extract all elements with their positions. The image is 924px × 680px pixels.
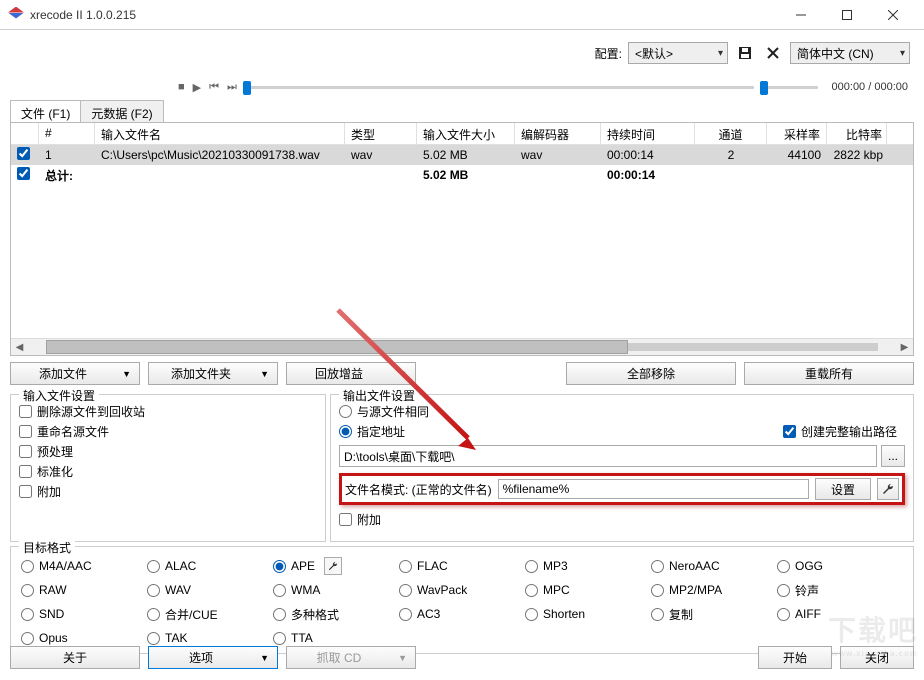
stop-icon[interactable]: ■ <box>178 81 185 94</box>
format-flac-radio[interactable] <box>399 560 412 573</box>
col-duration[interactable]: 持续时间 <box>601 123 695 144</box>
config-label: 配置: <box>595 45 622 62</box>
horizontal-scrollbar[interactable]: ◀▶ <box>11 338 913 355</box>
output-settings-group: 输出文件设置 与源文件相同 指定地址 创建完整输出路径 ... 文件名模式: (… <box>330 394 914 542</box>
add-folder-button[interactable]: 添加文件夹 <box>148 362 278 385</box>
specify-path-radio[interactable] <box>339 425 352 438</box>
minimize-button[interactable] <box>778 0 824 30</box>
options-button[interactable]: 选项 <box>148 646 278 669</box>
format-ringtone-radio[interactable] <box>777 584 790 597</box>
same-as-source-radio[interactable] <box>339 405 352 418</box>
next-icon[interactable]: ⏭ <box>227 81 237 94</box>
col-bitrate[interactable]: 比特率 <box>827 123 887 144</box>
format-shorten-radio[interactable] <box>525 608 538 621</box>
table-header: # 输入文件名 类型 输入文件大小 编解码器 持续时间 通道 采样率 比特率 <box>11 123 913 145</box>
volume-slider[interactable] <box>760 82 818 92</box>
seek-slider[interactable] <box>243 82 754 92</box>
col-type[interactable]: 类型 <box>345 123 417 144</box>
filename-pattern-label: 文件名模式: (正常的文件名) <box>345 481 492 498</box>
target-format-group: 目标格式 M4A/AAC ALAC APE FLAC MP3 NeroAAC O… <box>10 546 914 654</box>
titlebar: xrecode II 1.0.0.215 <box>0 0 924 30</box>
format-wavpack-radio[interactable] <box>399 584 412 597</box>
format-tak-radio[interactable] <box>147 632 160 645</box>
format-copy-radio[interactable] <box>651 608 664 621</box>
app-logo-icon <box>8 7 24 23</box>
file-table: # 输入文件名 类型 输入文件大小 编解码器 持续时间 通道 采样率 比特率 1… <box>10 122 914 356</box>
save-config-icon[interactable] <box>734 42 756 64</box>
append-output-checkbox[interactable] <box>339 513 352 526</box>
bottom-toolbar: 关于 选项 抓取 CD 开始 关闭 <box>10 646 914 672</box>
table-row[interactable]: 1 C:\Users\pc\Music\20210330091738.wav w… <box>11 145 913 165</box>
format-neroaac-radio[interactable] <box>651 560 664 573</box>
output-path-input[interactable] <box>339 445 877 467</box>
col-channels[interactable]: 通道 <box>695 123 767 144</box>
remove-all-button[interactable]: 全部移除 <box>566 362 736 385</box>
add-file-button[interactable]: 添加文件 <box>10 362 140 385</box>
time-display: 000:00 / 000:00 <box>832 81 908 93</box>
grab-cd-button[interactable]: 抓取 CD <box>286 646 416 669</box>
reload-all-button[interactable]: 重载所有 <box>744 362 914 385</box>
format-raw-radio[interactable] <box>21 584 34 597</box>
format-snd-radio[interactable] <box>21 608 34 621</box>
col-size[interactable]: 输入文件大小 <box>417 123 515 144</box>
format-multi-radio[interactable] <box>273 608 286 621</box>
format-wav-radio[interactable] <box>147 584 160 597</box>
replay-gain-button[interactable]: 回放增益 <box>286 362 416 385</box>
input-settings-group: 输入文件设置 删除源文件到回收站 重命名源文件 预处理 标准化 附加 <box>10 394 326 542</box>
browse-path-button[interactable]: ... <box>881 445 905 467</box>
format-aiff-radio[interactable] <box>777 608 790 621</box>
action-buttons: 添加文件 添加文件夹 回放增益 全部移除 重载所有 <box>10 362 914 386</box>
totals-checkbox[interactable] <box>17 167 30 180</box>
col-codec[interactable]: 编解码器 <box>515 123 601 144</box>
format-ape-radio[interactable] <box>273 560 286 573</box>
format-mpc-radio[interactable] <box>525 584 538 597</box>
filename-pattern-highlight: 文件名模式: (正常的文件名) 设置 <box>339 473 905 505</box>
format-ac3-radio[interactable] <box>399 608 412 621</box>
format-ape-settings-icon[interactable] <box>324 557 342 575</box>
row-checkbox[interactable] <box>17 147 30 160</box>
close-app-button[interactable]: 关闭 <box>840 646 914 669</box>
window-title: xrecode II 1.0.0.215 <box>30 8 136 22</box>
format-m4a-radio[interactable] <box>21 560 34 573</box>
rename-source-checkbox[interactable] <box>19 425 32 438</box>
format-ogg-radio[interactable] <box>777 560 790 573</box>
format-mp3-radio[interactable] <box>525 560 538 573</box>
format-alac-radio[interactable] <box>147 560 160 573</box>
totals-row: 总计: 5.02 MB 00:00:14 <box>11 165 913 185</box>
maximize-button[interactable] <box>824 0 870 30</box>
format-tta-radio[interactable] <box>273 632 286 645</box>
start-button[interactable]: 开始 <box>758 646 832 669</box>
col-filename[interactable]: 输入文件名 <box>95 123 345 144</box>
about-button[interactable]: 关于 <box>10 646 140 669</box>
format-cue-radio[interactable] <box>147 608 160 621</box>
pattern-wrench-icon[interactable] <box>877 478 899 500</box>
append-input-checkbox[interactable] <box>19 485 32 498</box>
format-opus-radio[interactable] <box>21 632 34 645</box>
config-select[interactable]: <默认> <box>628 42 728 64</box>
format-wma-radio[interactable] <box>273 584 286 597</box>
config-toolbar: 配置: <默认> 简体中文 (CN) <box>8 36 916 70</box>
language-select[interactable]: 简体中文 (CN) <box>790 42 910 64</box>
create-full-path-checkbox[interactable] <box>783 425 796 438</box>
close-button[interactable] <box>870 0 916 30</box>
delete-config-icon[interactable] <box>762 42 784 64</box>
filename-pattern-input[interactable] <box>498 479 809 499</box>
player-bar: ■ ▶ ⏮ ⏭ 000:00 / 000:00 <box>8 74 916 100</box>
prev-icon[interactable]: ⏮ <box>209 81 219 94</box>
col-number[interactable]: # <box>39 123 95 144</box>
preprocess-checkbox[interactable] <box>19 445 32 458</box>
col-samplerate[interactable]: 采样率 <box>767 123 827 144</box>
play-icon[interactable]: ▶ <box>193 81 201 94</box>
pattern-set-button[interactable]: 设置 <box>815 478 871 500</box>
normalize-checkbox[interactable] <box>19 465 32 478</box>
delete-to-recycle-checkbox[interactable] <box>19 405 32 418</box>
format-mp2-radio[interactable] <box>651 584 664 597</box>
